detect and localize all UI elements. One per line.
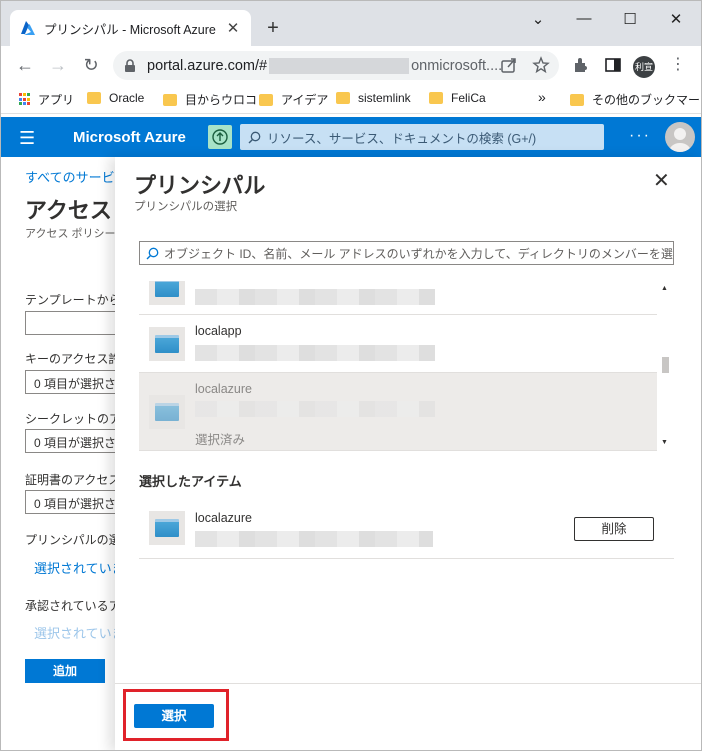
azure-search-placeholder: リソース、サービス、ドキュメントの検索 (G+/) [267, 131, 537, 146]
list-item[interactable]: localapp [139, 315, 657, 373]
folder-icon [570, 93, 584, 106]
panel-title: プリンシパル [134, 173, 266, 198]
scroll-down-icon[interactable]: ▼ [661, 439, 668, 446]
list-scrollbar[interactable]: ▲ ▼ [657, 281, 674, 451]
list-item[interactable] [139, 281, 657, 315]
bookmark-star-icon[interactable] [532, 56, 550, 74]
browser-window: プリンシパル - Microsoft Azure ✕ + ⌄ — ☐ ✕ ← →… [0, 0, 702, 751]
bookmark-label: その他のブックマーク [592, 93, 702, 107]
side-panel-icon[interactable] [604, 56, 622, 74]
back-arrow-icon[interactable]: ← [14, 54, 36, 76]
bookmark-other[interactable]: その他のブックマーク [570, 91, 702, 108]
close-icon[interactable]: ✕ [653, 171, 670, 191]
access-policy-page: すべてのサービス アクセス ポ アクセス ポリシーの追 テンプレートからの構 キ… [1, 157, 145, 750]
principal-search-input[interactable]: オブジェクト ID、名前、メール アドレスのいずれかを入力して、ディレクトリのメ… [139, 241, 674, 265]
app-icon [149, 511, 185, 545]
hamburger-menu-icon[interactable]: ☰ [19, 128, 35, 149]
share-icon[interactable] [500, 56, 518, 74]
bookmark-label: sistemlink [358, 91, 411, 105]
bookmark-idea[interactable]: アイデア [259, 91, 328, 108]
scroll-thumb[interactable] [662, 357, 669, 373]
maximize-icon[interactable]: ☐ [620, 10, 640, 28]
bookmark-oracle[interactable]: Oracle [87, 91, 144, 105]
upgrade-icon[interactable] [208, 125, 232, 149]
bookmarks-overflow-button[interactable]: » [538, 89, 546, 105]
add-button[interactable]: 追加 [25, 659, 105, 683]
azure-brand[interactable]: Microsoft Azure [73, 129, 186, 146]
app-icon [149, 327, 185, 361]
extensions-icon[interactable] [572, 56, 590, 74]
bookmark-label: 目からウロコ [185, 93, 258, 107]
bookmark-apps[interactable]: アプリ [19, 91, 74, 108]
bookmark-mekara[interactable]: 目からウロコ [163, 91, 257, 108]
folder-icon [336, 92, 350, 104]
address-bar[interactable]: portal.azure.com/# onmicrosoft.... [113, 51, 559, 80]
bookmark-sistemlink[interactable]: sistemlink [336, 91, 411, 105]
folder-icon [87, 92, 101, 104]
window-close-icon[interactable]: ✕ [666, 10, 686, 28]
search-icon [248, 131, 261, 143]
azure-header: ☰ Microsoft Azure リソース、サービス、ドキュメントの検索 (G… [1, 117, 701, 157]
app-icon [149, 395, 185, 429]
list-item-name: localazure [195, 382, 252, 396]
bookmark-label: アプリ [38, 93, 75, 107]
reload-icon[interactable]: ↻ [80, 54, 102, 76]
principal-panel: プリンシパル プリンシパルの選択 ✕ オブジェクト ID、名前、メール アドレス… [115, 157, 701, 750]
url-redacted [269, 57, 410, 74]
browser-toolbar: ← → ↻ portal.azure.com/# onmicrosoft....… [1, 46, 701, 85]
redacted-text [195, 345, 435, 361]
bookmark-label: FeliCa [451, 91, 486, 105]
panel-subtitle: プリンシパルの選択 [134, 201, 238, 213]
redacted-text [195, 401, 435, 417]
account-avatar[interactable] [665, 122, 695, 152]
minimize-icon[interactable]: — [574, 10, 594, 27]
principal-search-placeholder: オブジェクト ID、名前、メール アドレスのいずれかを入力して、ディレクトリのメ… [164, 246, 674, 261]
list-item-name: localapp [195, 324, 242, 338]
arrow-up-circle-icon [212, 129, 228, 145]
principal-list: localapp localazure 選択済み ▲ ▼ [139, 281, 674, 451]
selected-state: 選択済み [195, 433, 246, 447]
url-prefix: portal.azure.com/# [147, 57, 268, 74]
bookmark-label: Oracle [109, 91, 145, 105]
bookmark-label: アイデア [281, 93, 329, 107]
breadcrumb[interactable]: すべてのサービス [25, 167, 128, 186]
url-suffix: onmicrosoft.... [411, 57, 503, 74]
tab-strip: プリンシパル - Microsoft Azure ✕ + ⌄ — ☐ ✕ [1, 1, 701, 46]
bookmark-felica[interactable]: FeliCa [429, 91, 486, 105]
profile-avatar[interactable]: 利宣 [633, 56, 655, 78]
more-options-icon[interactable]: ··· [629, 127, 651, 145]
folder-icon [163, 93, 177, 106]
folder-icon [429, 92, 443, 104]
browser-tab[interactable]: プリンシパル - Microsoft Azure ✕ [10, 10, 251, 46]
lock-icon [125, 58, 135, 72]
selected-items-heading: 選択したアイテム [139, 474, 242, 489]
tab-close-icon[interactable]: ✕ [225, 19, 241, 37]
new-tab-button[interactable]: + [263, 18, 283, 38]
azure-search-input[interactable]: リソース、サービス、ドキュメントの検索 (G+/) [240, 124, 604, 150]
select-button-highlight [123, 689, 229, 741]
chrome-menu-icon[interactable]: ⋮ [667, 54, 689, 76]
redacted-text [195, 531, 433, 547]
selected-item-name: localazure [195, 511, 252, 525]
azure-logo-icon [21, 21, 35, 35]
redacted-text [195, 289, 435, 305]
forward-arrow-icon[interactable]: → [47, 54, 69, 76]
tab-title: プリンシパル - Microsoft Azure [44, 22, 216, 37]
tab-search-icon[interactable]: ⌄ [528, 10, 548, 28]
scroll-up-icon[interactable]: ▲ [661, 285, 668, 292]
folder-icon [259, 93, 273, 106]
selected-item: localazure 削除 [139, 501, 674, 559]
apps-grid-icon [19, 93, 32, 106]
person-icon [669, 128, 691, 152]
app-icon [149, 281, 185, 305]
search-icon [146, 247, 159, 259]
cert-permissions-label: 証明書のアクセス [25, 473, 121, 487]
list-item[interactable]: localazure 選択済み [139, 373, 657, 451]
remove-button[interactable]: 削除 [574, 517, 654, 541]
bookmarks-bar: アプリ Oracle 目からウロコ アイデア sistemlink FeliCa… [1, 85, 701, 114]
